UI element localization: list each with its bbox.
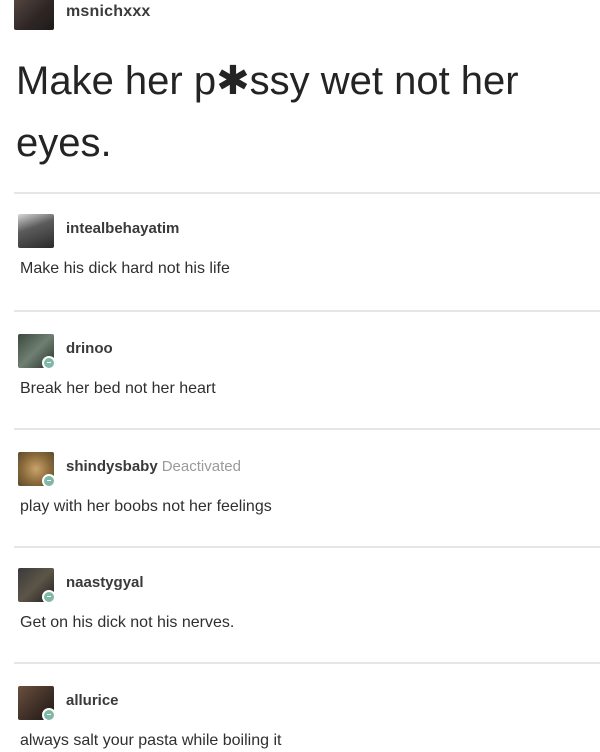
deactivated-status: Deactivated xyxy=(161,458,241,475)
original-post-text: Make her p✱ssy wet not her eyes. xyxy=(16,59,519,165)
original-post-header: msnichxxx xyxy=(0,0,600,40)
username-text[interactable]: shindysbaby xyxy=(66,458,158,475)
divider xyxy=(14,662,600,664)
divider xyxy=(14,310,600,312)
reblog-entry: shindysbaby Deactivated play with her boo… xyxy=(0,452,600,552)
reblog-text: Get on his dick not his nerves. xyxy=(20,614,235,631)
reblog-entry: intealbehayatim Make his dick hard not h… xyxy=(0,214,600,314)
op-username[interactable]: msnichxxx xyxy=(66,3,151,21)
username[interactable]: naastygyal xyxy=(66,574,144,591)
reblog-entry: drinoo Break her bed not her heart xyxy=(0,334,600,434)
reblog-text: always salt your pasta while boiling it xyxy=(20,732,282,749)
username[interactable]: allurice xyxy=(66,692,119,709)
divider xyxy=(14,428,600,430)
post-page: msnichxxx Make her p✱ssy wet not her eye… xyxy=(0,0,600,752)
divider xyxy=(14,546,600,548)
reblog-text: Break her bed not her heart xyxy=(20,380,216,397)
reblog-entry: naastygyal Get on his dick not his nerve… xyxy=(0,568,600,668)
reblog-badge-icon xyxy=(42,590,56,604)
divider xyxy=(14,192,600,194)
op-avatar[interactable] xyxy=(14,0,54,30)
username[interactable]: shindysbaby Deactivated xyxy=(66,458,241,475)
username[interactable]: intealbehayatim xyxy=(66,220,179,237)
reblog-text: play with her boobs not her feelings xyxy=(20,498,272,515)
reblog-entry: allurice always salt your pasta while bo… xyxy=(0,686,600,752)
reblog-badge-icon xyxy=(42,708,56,722)
reblog-badge-icon xyxy=(42,356,56,370)
username[interactable]: drinoo xyxy=(66,340,113,357)
reblog-text: Make his dick hard not his life xyxy=(20,260,230,277)
avatar[interactable] xyxy=(18,214,54,248)
reblog-badge-icon xyxy=(42,474,56,488)
